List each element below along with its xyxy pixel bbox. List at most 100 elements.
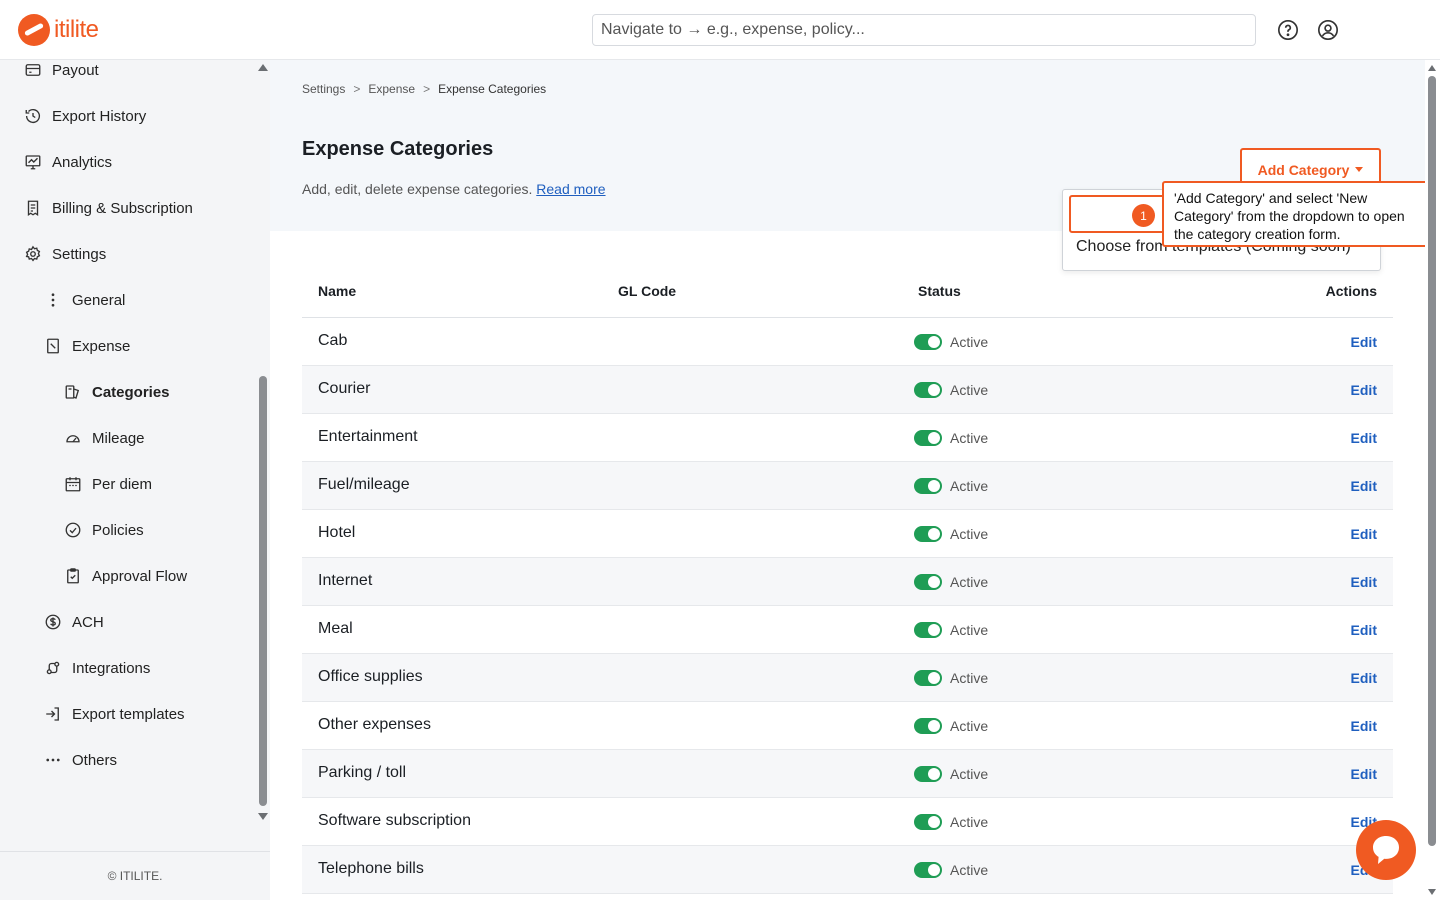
edit-link[interactable]: Edit [1351,766,1377,782]
sidebar-item-export-history[interactable]: Export History [24,107,146,125]
sidebar-scrollbar[interactable] [256,60,270,850]
page-description-text: Add, edit, delete expense categories. [302,181,533,197]
sidebar-item-analytics[interactable]: Analytics [24,153,112,171]
status-toggle[interactable] [914,382,942,398]
breadcrumb-separator: > [353,82,361,96]
status-toggle[interactable] [914,622,942,638]
dots-vertical-icon [51,293,55,307]
sidebar-item-others[interactable]: Others [44,751,117,769]
edit-link[interactable]: Edit [1351,622,1377,638]
sidebar-item-label: Approval Flow [92,567,188,585]
sidebar-item-label: Categories [92,383,170,401]
status-toggle[interactable] [914,862,942,878]
status-toggle[interactable] [914,718,942,734]
category-name: Fuel/mileage [318,476,410,493]
category-name: Entertainment [318,428,418,445]
sidebar-item-label: Expense [72,337,131,355]
table-row: Telephone billsActiveEdit [302,846,1393,894]
sidebar: Payout Export History Analytics Billing … [0,60,270,900]
sidebar-item-payout[interactable]: Payout [24,61,99,79]
sidebar-item-per-diem[interactable]: Per diem [64,475,152,493]
category-name: Meal [318,620,353,637]
status-toggle[interactable] [914,334,942,350]
breadcrumb-separator: > [423,82,431,96]
status-text: Active [950,334,989,350]
edit-link[interactable]: Edit [1351,574,1377,590]
sidebar-item-label: Settings [52,245,107,263]
status-toggle[interactable] [914,478,942,494]
integrations-icon [46,661,60,675]
expense-icon [47,338,59,354]
main-content: Settings > Expense > Expense Categories … [270,60,1440,900]
status-text: Active [950,478,989,494]
breadcrumb-expense[interactable]: Expense [368,82,415,96]
history-icon [25,109,41,124]
table-row: Meal Active Edit [302,606,1393,654]
read-more-link[interactable]: Read more [536,181,605,197]
category-name: Internet [318,572,373,589]
scroll-down-arrow-icon[interactable] [1428,889,1436,895]
sidebar-item-label: Export templates [72,705,185,723]
itilite-logo[interactable]: itilite [18,14,99,46]
status-toggle[interactable] [914,526,942,542]
table-row: Fuel/mileage Active Edit [302,462,1393,510]
sidebar-item-general[interactable]: General [44,291,125,309]
chart-icon [25,155,41,170]
sidebar-scrollbar-thumb[interactable] [259,376,267,806]
sidebar-item-approval-flow[interactable]: Approval Flow [64,567,187,585]
sidebar-item-policies[interactable]: Policies [64,521,144,539]
status-toggle[interactable] [914,766,942,782]
edit-link[interactable]: Edit [1351,670,1377,686]
table-row: Entertainment Active Edit [302,414,1393,462]
sidebar-item-label: Export History [52,107,147,125]
status-text: Active [950,574,989,590]
category-name: Software subscription [318,812,471,829]
export-icon [46,707,59,721]
sidebar-item-settings[interactable]: Settings [24,245,106,263]
main-scrollbar[interactable] [1425,60,1440,900]
breadcrumb: Settings > Expense > Expense Categories [302,82,546,96]
sidebar-item-label: Policies [92,521,144,539]
sidebar-item-mileage[interactable]: Mileage [64,429,145,447]
sidebar-item-label: Billing & Subscription [52,199,193,217]
table-row: Hotel Active Edit [302,510,1393,558]
clipboard-check-icon [67,568,79,584]
sidebar-item-billing[interactable]: Billing & Subscription [24,199,193,217]
edit-link[interactable]: Edit [1351,718,1377,734]
edit-link[interactable]: Edit [1351,334,1377,350]
sidebar-item-categories[interactable]: Categories [64,383,170,401]
sidebar-item-expense[interactable]: Expense [44,337,130,355]
breadcrumb-current: Expense Categories [438,82,547,96]
page-title: Expense Categories [302,138,494,160]
scroll-down-arrow-icon[interactable] [258,813,268,820]
sidebar-item-label: Integrations [72,659,151,677]
dots-horizontal-icon [46,758,60,762]
edit-link[interactable]: Edit [1351,526,1377,542]
caret-down-icon [1355,167,1364,172]
help-circle-icon[interactable] [1277,19,1299,41]
sidebar-item-export-templates[interactable]: Export templates [44,705,185,723]
table-row: Courier Active Edit [302,366,1393,414]
edit-link[interactable]: Edit [1351,430,1377,446]
sidebar-item-label: Per diem [92,475,153,493]
main-scrollbar-thumb[interactable] [1428,76,1436,846]
scroll-up-arrow-icon[interactable] [258,64,268,71]
status-toggle[interactable] [914,814,942,830]
navigate-search-input[interactable] [592,14,1256,46]
scroll-up-arrow-icon[interactable] [1428,65,1436,71]
edit-link[interactable]: Edit [1351,382,1377,398]
table-header: Name GL Code Status Actions [302,271,1393,318]
status-toggle[interactable] [914,670,942,686]
table-row: Software subscription Active Edit [302,798,1393,846]
status-toggle[interactable] [914,574,942,590]
breadcrumb-settings[interactable]: Settings [302,82,345,96]
sidebar-nav: Payout Export History Analytics Billing … [0,60,255,850]
gear-icon [25,245,41,262]
edit-link[interactable]: Edit [1351,478,1377,494]
status-toggle[interactable] [914,430,942,446]
header-actions: Actions [1325,283,1377,299]
user-circle-icon[interactable] [1317,19,1339,41]
sidebar-item-ach[interactable]: ACH [44,613,104,631]
sidebar-item-integrations[interactable]: Integrations [44,659,150,677]
chat-launcher-button[interactable] [1356,820,1416,880]
